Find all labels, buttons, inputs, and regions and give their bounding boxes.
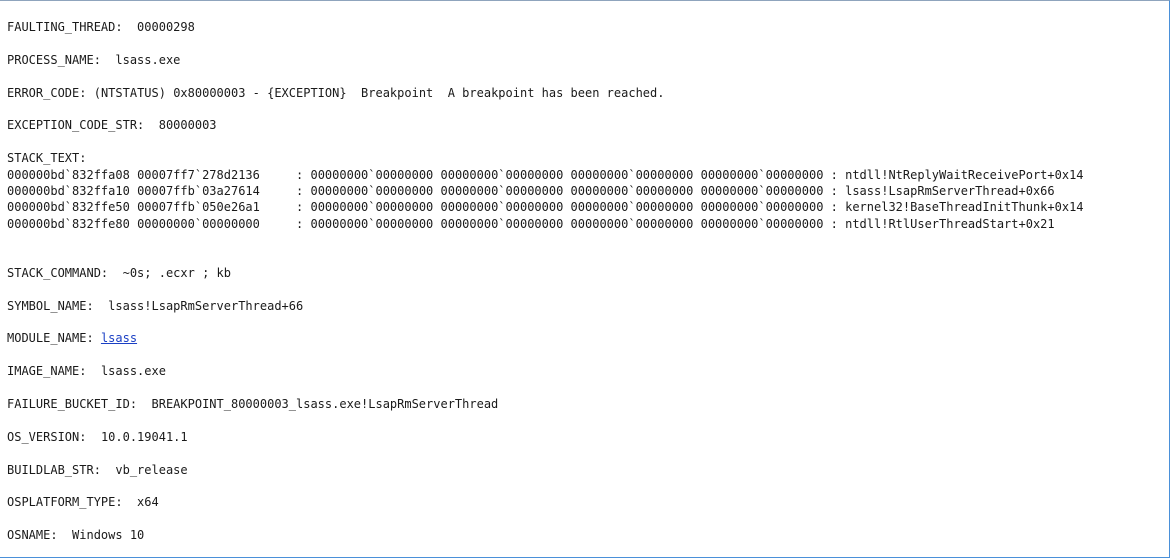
stack-command-value: ~0s; .ecxr ; kb xyxy=(122,265,231,280)
image-name-key: IMAGE_NAME: xyxy=(7,364,87,379)
error-code-line: ERROR_CODE: (NTSTATUS) 0x80000003 - {EXC… xyxy=(7,85,1084,101)
debugger-output: FAULTING_THREAD: 00000298 PROCESS_NAME: l… xyxy=(7,19,1084,544)
stack-frame-ret-addr: 00007ff7`278d2136 xyxy=(137,167,260,182)
stack-command-key: STACK_COMMAND: xyxy=(7,265,109,280)
exception-code-value: 80000003 xyxy=(158,118,217,133)
stack-frame-child-sp: 000000bd`832ffa10 xyxy=(7,183,130,198)
symbol-name-line: SYMBOL_NAME: lsass!LsapRmServerThread+66 xyxy=(7,298,1084,314)
module-name-line: MODULE_NAME: lsass xyxy=(7,330,1084,346)
stack-text-label: STACK_TEXT: xyxy=(7,151,87,166)
stack-command-line: STACK_COMMAND: ~0s; .ecxr ; kb xyxy=(7,265,1084,281)
os-version-line: OS_VERSION: 10.0.19041.1 xyxy=(7,429,1084,445)
symbol-name-key: SYMBOL_NAME: xyxy=(7,298,94,313)
image-name-value: lsass.exe xyxy=(100,364,166,379)
stack-frame-ret-addr: 00007ffb`050e26a1 xyxy=(137,200,260,215)
process-name-line: PROCESS_NAME: lsass.exe xyxy=(7,52,1084,68)
symbol-name-value: lsass!LsapRmServerThread+66 xyxy=(108,298,304,313)
faulting-thread-line: FAULTING_THREAD: 00000298 xyxy=(7,19,1084,35)
stack-frame-row: 000000bd`832ffe50 00007ffb`050e26a1 : 00… xyxy=(7,199,1084,215)
stack-frame-ret-addr: 00007ffb`03a27614 xyxy=(137,183,260,198)
stack-frame-child-sp: 000000bd`832ffe80 xyxy=(7,216,130,231)
stack-frame-args: : 00000000`00000000 00000000`00000000 00… xyxy=(296,183,824,198)
stack-frame-call-site: : kernel32!BaseThreadInitThunk+0x14 xyxy=(830,200,1084,215)
buildlab-line: BUILDLAB_STR: vb_release xyxy=(7,462,1084,478)
process-name-value: lsass.exe xyxy=(115,52,181,67)
failure-bucket-value: BREAKPOINT_80000003_lsass.exe!LsapRmServ… xyxy=(151,396,499,411)
os-version-key: OS_VERSION: xyxy=(7,429,87,444)
stack-frame-args: : 00000000`00000000 00000000`00000000 00… xyxy=(296,200,824,215)
stack-frame-call-site: : ntdll!NtReplyWaitReceivePort+0x14 xyxy=(830,167,1084,182)
failure-bucket-line: FAILURE_BUCKET_ID: BREAKPOINT_80000003_l… xyxy=(7,396,1084,412)
stack-frame-call-site: : lsass!LsapRmServerThread+0x66 xyxy=(830,183,1055,198)
stack-frame-call-site: : ntdll!RtlUserThreadStart+0x21 xyxy=(830,216,1055,231)
stack-frame-row: 000000bd`832ffa10 00007ffb`03a27614 : 00… xyxy=(7,183,1084,199)
module-name-key: MODULE_NAME: xyxy=(7,331,94,346)
process-name-key: PROCESS_NAME: xyxy=(7,52,101,67)
osname-key: OSNAME: xyxy=(7,528,58,543)
stack-frame-ret-addr: 00000000`00000000 xyxy=(137,216,260,231)
image-name-line: IMAGE_NAME: lsass.exe xyxy=(7,363,1084,379)
stack-frame-row: 000000bd`832ffe80 00000000`00000000 : 00… xyxy=(7,216,1084,232)
osname-line: OSNAME: Windows 10 xyxy=(7,527,1084,543)
exception-code-key: EXCEPTION_CODE_STR: xyxy=(7,118,145,133)
osplatform-type-value: x64 xyxy=(137,495,159,510)
faulting-thread-key: FAULTING_THREAD: xyxy=(7,20,123,34)
stack-frame-row: 000000bd`832ffa08 00007ff7`278d2136 : 00… xyxy=(7,167,1084,183)
exception-code-line: EXCEPTION_CODE_STR: 80000003 xyxy=(7,117,1084,133)
osname-value: Windows 10 xyxy=(72,528,145,543)
os-version-value: 10.0.19041.1 xyxy=(100,429,188,444)
buildlab-value: vb_release xyxy=(115,462,188,477)
stack-frame-child-sp: 000000bd`832ffe50 xyxy=(7,200,130,215)
stack-frame-child-sp: 000000bd`832ffa08 xyxy=(7,167,130,182)
osplatform-type-line: OSPLATFORM_TYPE: x64 xyxy=(7,494,1084,510)
stack-frame-args: : 00000000`00000000 00000000`00000000 00… xyxy=(296,216,824,231)
error-code-value: (NTSTATUS) 0x80000003 - {EXCEPTION} Brea… xyxy=(93,85,665,100)
module-name-link[interactable]: lsass xyxy=(101,331,137,345)
buildlab-key: BUILDLAB_STR: xyxy=(7,462,101,477)
faulting-thread-value: 00000298 xyxy=(137,20,195,34)
stack-frame-args: : 00000000`00000000 00000000`00000000 00… xyxy=(296,167,824,182)
error-code-key: ERROR_CODE: xyxy=(7,85,87,100)
failure-bucket-key: FAILURE_BUCKET_ID: xyxy=(7,396,138,411)
osplatform-type-key: OSPLATFORM_TYPE: xyxy=(7,495,123,510)
